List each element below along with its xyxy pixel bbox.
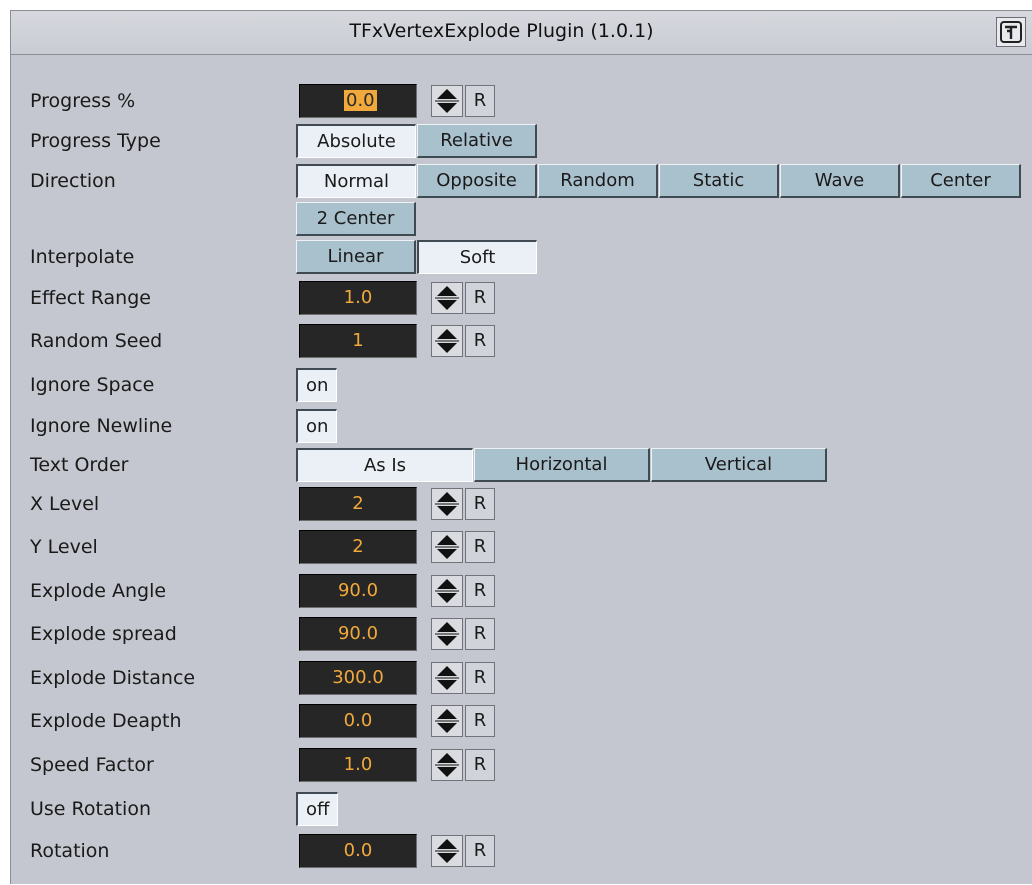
ignore-space-label: Ignore Space: [30, 374, 155, 396]
speed-factor-reset-button[interactable]: R: [465, 749, 495, 781]
y-level-label: Y Level: [30, 536, 98, 558]
explode-distance-reset-button[interactable]: R: [465, 662, 495, 694]
rotation-reset-button[interactable]: R: [465, 835, 495, 867]
row-explode-depth: Explode Deapth 0.0 R: [11, 702, 1032, 740]
text-order-horizontal-button[interactable]: Horizontal: [474, 448, 650, 482]
effect-range-spinner-icon[interactable]: [431, 282, 463, 314]
explode-spread-field[interactable]: 90.0: [299, 617, 417, 651]
plugin-logo-icon[interactable]: [996, 17, 1026, 47]
direction-wave-button[interactable]: Wave: [780, 164, 900, 198]
text-order-vertical-button[interactable]: Vertical: [651, 448, 827, 482]
progress-label: Progress %: [30, 90, 136, 112]
row-explode-distance: Explode Distance 300.0 R: [11, 659, 1032, 697]
direction-label: Direction: [30, 170, 116, 192]
x-level-reset-button[interactable]: R: [465, 488, 495, 520]
explode-depth-spinner-icon[interactable]: [431, 705, 463, 737]
row-direction-2: 2 Center: [11, 200, 1032, 238]
random-seed-reset-button[interactable]: R: [465, 325, 495, 357]
rotation-spinner-icon[interactable]: [431, 835, 463, 867]
effect-range-reset-button[interactable]: R: [465, 282, 495, 314]
random-seed-label: Random Seed: [30, 330, 163, 352]
random-seed-field[interactable]: 1: [299, 324, 417, 358]
x-level-label: X Level: [30, 493, 100, 515]
row-progress: Progress % 0.0 R: [11, 82, 1032, 120]
row-ignore-space: Ignore Space on: [11, 366, 1032, 404]
title-bar: TFxVertexExplode Plugin (1.0.1): [11, 11, 1032, 55]
direction-random-button[interactable]: Random: [538, 164, 658, 198]
row-text-order: Text Order As Is Horizontal Vertical: [11, 446, 1032, 484]
row-ignore-newline: Ignore Newline on: [11, 407, 1032, 445]
row-explode-spread: Explode spread 90.0 R: [11, 615, 1032, 653]
interpolate-linear-button[interactable]: Linear: [296, 240, 416, 274]
row-y-level: Y Level 2 R: [11, 528, 1032, 566]
row-explode-angle: Explode Angle 90.0 R: [11, 572, 1032, 610]
explode-angle-label: Explode Angle: [30, 580, 167, 602]
text-order-label: Text Order: [30, 454, 129, 476]
ignore-newline-label: Ignore Newline: [30, 415, 173, 437]
window-title: TFxVertexExplode Plugin (1.0.1): [349, 20, 654, 42]
parameter-list: Progress % 0.0 R Progress Type Absolute …: [11, 55, 1032, 885]
speed-factor-spinner-icon[interactable]: [431, 749, 463, 781]
progress-type-label: Progress Type: [30, 130, 161, 152]
effect-range-label: Effect Range: [30, 287, 151, 309]
text-order-asis-button[interactable]: As Is: [296, 448, 473, 482]
explode-spread-reset-button[interactable]: R: [465, 618, 495, 650]
explode-spread-label: Explode spread: [30, 623, 177, 645]
row-rotation: Rotation 0.0 R: [11, 832, 1032, 870]
speed-factor-field[interactable]: 1.0: [299, 748, 417, 782]
y-level-field[interactable]: 2: [299, 530, 417, 564]
direction-2center-button[interactable]: 2 Center: [296, 202, 416, 236]
explode-angle-field[interactable]: 90.0: [299, 574, 417, 608]
rotation-label: Rotation: [30, 840, 110, 862]
ignore-space-toggle[interactable]: on: [296, 368, 338, 402]
speed-factor-label: Speed Factor: [30, 754, 154, 776]
explode-angle-spinner-icon[interactable]: [431, 575, 463, 607]
use-rotation-toggle[interactable]: off: [296, 792, 339, 826]
y-level-reset-button[interactable]: R: [465, 531, 495, 563]
interpolate-label: Interpolate: [30, 246, 135, 268]
explode-depth-label: Explode Deapth: [30, 710, 182, 732]
row-random-seed: Random Seed 1 R: [11, 322, 1032, 360]
progress-type-relative-button[interactable]: Relative: [417, 124, 537, 158]
direction-normal-button[interactable]: Normal: [296, 164, 416, 198]
rotation-field[interactable]: 0.0: [299, 834, 417, 868]
y-level-spinner-icon[interactable]: [431, 531, 463, 563]
explode-depth-reset-button[interactable]: R: [465, 705, 495, 737]
explode-distance-field[interactable]: 300.0: [299, 661, 417, 695]
row-use-rotation: Use Rotation off: [11, 790, 1032, 828]
ignore-newline-toggle[interactable]: on: [296, 409, 338, 443]
progress-reset-button[interactable]: R: [465, 85, 495, 117]
row-effect-range: Effect Range 1.0 R: [11, 279, 1032, 317]
direction-static-button[interactable]: Static: [659, 164, 779, 198]
interpolate-soft-button[interactable]: Soft: [417, 240, 537, 274]
direction-center-button[interactable]: Center: [901, 164, 1021, 198]
plugin-window: TFxVertexExplode Plugin (1.0.1) Progress…: [10, 10, 1032, 884]
explode-distance-label: Explode Distance: [30, 667, 196, 689]
row-direction: Direction Normal Opposite Random Static …: [11, 162, 1032, 200]
direction-opposite-button[interactable]: Opposite: [417, 164, 537, 198]
explode-spread-spinner-icon[interactable]: [431, 618, 463, 650]
x-level-spinner-icon[interactable]: [431, 488, 463, 520]
random-seed-spinner-icon[interactable]: [431, 325, 463, 357]
progress-type-absolute-button[interactable]: Absolute: [296, 124, 416, 158]
row-x-level: X Level 2 R: [11, 485, 1032, 523]
row-progress-type: Progress Type Absolute Relative: [11, 122, 1032, 160]
x-level-field[interactable]: 2: [299, 487, 417, 521]
progress-value: 0.0: [344, 90, 377, 111]
progress-spinner-icon[interactable]: [431, 85, 463, 117]
progress-field[interactable]: 0.0: [299, 84, 417, 118]
effect-range-field[interactable]: 1.0: [299, 281, 417, 315]
use-rotation-label: Use Rotation: [30, 798, 151, 820]
explode-depth-field[interactable]: 0.0: [299, 704, 417, 738]
explode-angle-reset-button[interactable]: R: [465, 575, 495, 607]
row-interpolate: Interpolate Linear Soft: [11, 238, 1032, 276]
explode-distance-spinner-icon[interactable]: [431, 662, 463, 694]
row-speed-factor: Speed Factor 1.0 R: [11, 746, 1032, 784]
